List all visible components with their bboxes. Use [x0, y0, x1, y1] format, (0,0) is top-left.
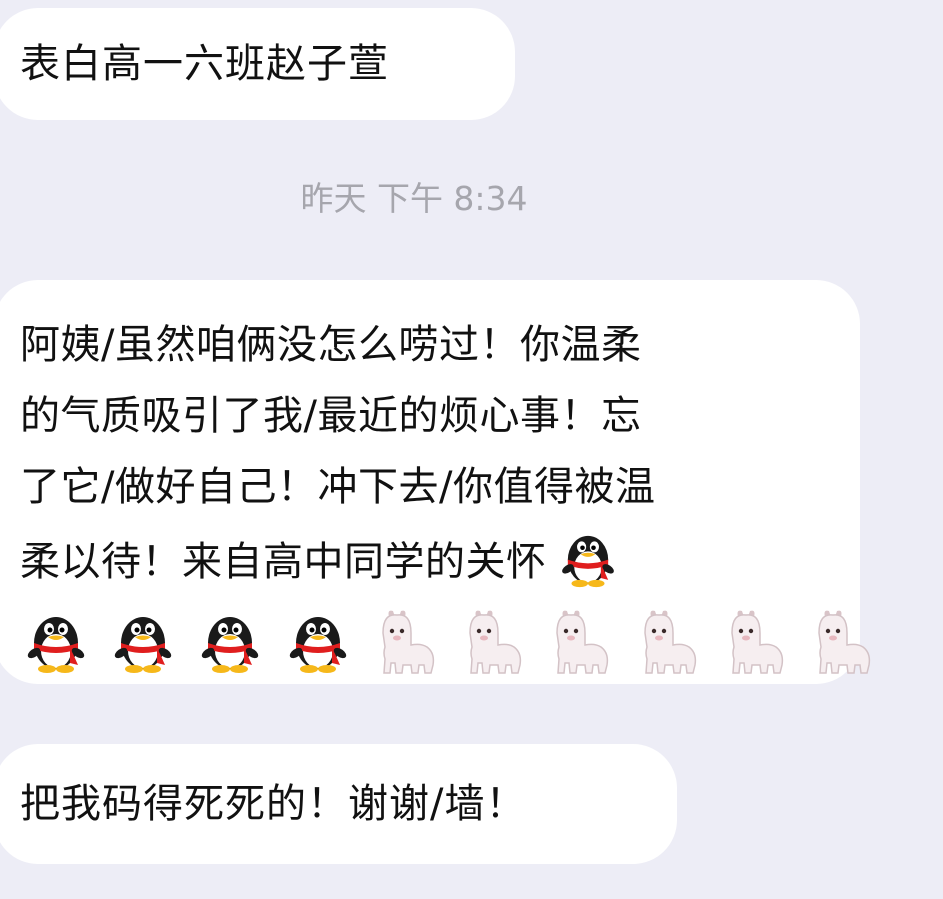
message-bubble[interactable]: 把我码得死死的！谢谢/墙！	[0, 744, 677, 864]
qq-penguin-icon	[555, 523, 621, 589]
qq-penguin-icon	[107, 603, 179, 675]
message-text-line: 的气质吸引了我/最近的烦心事！忘	[20, 393, 642, 439]
qq-penguin-icon	[194, 603, 266, 675]
message-text: 把我码得死死的！谢谢/墙！	[20, 781, 527, 827]
alpaca-icon	[543, 603, 615, 675]
alpaca-icon	[631, 603, 703, 675]
message-text-line-with-emoji: 柔以待！来自高中同学的关怀	[20, 523, 830, 598]
message-bubble[interactable]: 表白高一六班赵子萱	[0, 8, 515, 120]
alpaca-icon	[718, 603, 790, 675]
message-timestamp: 昨天 下午 8:34	[300, 179, 528, 218]
message-text-line: 了它/做好自己！冲下去/你值得被温	[20, 464, 656, 510]
qq-penguin-icon	[282, 603, 354, 675]
alpaca-icon	[456, 603, 528, 675]
alpaca-icon	[369, 603, 441, 675]
emoji-row	[20, 602, 830, 678]
qq-penguin-icon	[20, 603, 92, 675]
alpaca-icon	[805, 603, 877, 675]
message-text-line: 阿姨/虽然咱俩没怎么唠过！你温柔	[20, 322, 642, 368]
message-text: 表白高一六班赵子萱	[20, 41, 389, 87]
message-bubble[interactable]: 阿姨/虽然咱俩没怎么唠过！你温柔 的气质吸引了我/最近的烦心事！忘 了它/做好自…	[0, 280, 860, 684]
message-text-line: 柔以待！来自高中同学的关怀	[20, 539, 547, 585]
